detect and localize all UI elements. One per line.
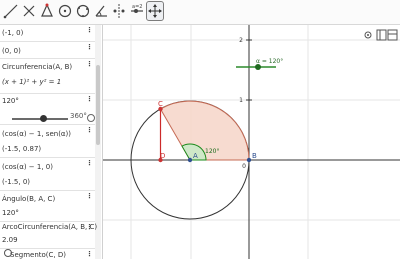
graphics-style-bar-icon[interactable] [376,26,398,41]
arc-definition: ArcoCircunferencia(A, B, C) [2,223,98,231]
reflect-tool[interactable] [111,2,127,20]
point-b-label: B [252,152,257,160]
algebra-row-point-c[interactable]: (cos(α) − 1, sen(α)) (-1.5, 0.87) ⋮ [0,125,95,158]
algebra-row-segment[interactable]: Segmento(C, D) ⋮ [0,249,95,259]
algebra-row-point-a[interactable]: (-1, 0) ⋮ [0,25,95,42]
angle-label: 120° [205,148,219,155]
algebra-row-point-b[interactable]: (0, 0) ⋮ [0,42,95,59]
point-c-value: (-1.5, 0.87) [2,145,42,153]
graphics-slider-label: α = 120° [256,58,283,65]
circle-tool[interactable] [57,2,73,20]
row-menu-icon[interactable]: ⋮ [86,26,93,34]
slider-alpha-value: 120° [2,97,19,105]
algebra-view: (-1, 0) ⋮ (0, 0) ⋮ Circunferencia(A, B) … [0,25,103,259]
circle-definition: Circunferencia(A, B) [2,63,73,71]
toolbar: a=2 [0,0,400,25]
graphics-canvas[interactable]: 2 1 0 120° A B C D α = 120° [103,25,400,259]
point-b-value: (0, 0) [2,47,21,55]
grid [103,25,400,259]
slider-play-icon[interactable] [87,114,95,122]
polygon-tool[interactable] [39,2,55,20]
row-menu-icon[interactable]: ⋮ [86,95,93,103]
angle-definition: Ángulo(B, A, C) [2,195,56,203]
point-b[interactable] [246,157,252,163]
angle-tool[interactable] [93,2,109,20]
point-a-label: A [193,152,198,160]
point-a-value: (-1, 0) [2,29,24,37]
row-menu-icon[interactable]: ⋮ [86,223,93,231]
algebra-input-icon[interactable] [4,249,12,257]
segment-definition: Segmento(C, D) [10,251,66,259]
graphics-view[interactable]: 2 1 0 120° A B C D α = 120° [103,25,400,259]
graphics-settings-icon[interactable] [362,26,374,39]
arc-value: 2.09 [2,236,18,244]
point-c-label: C [158,100,163,108]
circle-3pts-tool[interactable] [75,2,91,20]
move-view-tool[interactable] [146,1,164,21]
algebra-scrollbar-thumb[interactable] [96,65,100,145]
point-d-definition: (cos(α) − 1, 0) [2,163,53,171]
move-graphic-tool[interactable] [3,2,19,20]
alpha-slider-handle[interactable] [40,115,47,122]
slider-tool[interactable]: a=2 [129,2,145,20]
y-tick-label-1: 1 [239,97,243,104]
svg-text:a=2: a=2 [132,4,142,10]
algebra-row-slider-alpha[interactable]: 120° 360° ⋮ [0,94,95,125]
algebra-row-point-d[interactable]: (cos(α) − 1, 0) (-1.5, 0) ⋮ [0,158,95,191]
algebra-row-circle[interactable]: Circunferencia(A, B) (x + 1)² + y² = 1 ⋮ [0,59,95,94]
perpendicular-tool[interactable] [21,2,37,20]
row-menu-icon[interactable]: ⋮ [86,250,93,258]
point-a[interactable] [187,157,193,163]
slider-max-label: 360° [70,112,87,120]
row-menu-icon[interactable]: ⋮ [86,192,93,200]
row-menu-icon[interactable]: ⋮ [86,43,93,51]
point-d-value: (-1.5, 0) [2,178,31,186]
y-tick-label-2: 2 [239,37,243,44]
circle-equation: (x + 1)² + y² = 1 [2,78,62,86]
row-menu-icon[interactable]: ⋮ [86,159,93,167]
point-d-label: D [160,152,165,160]
algebra-row-angle[interactable]: Ángulo(B, A, C) 120° ⋮ [0,191,95,222]
origin-label: 0 [242,163,246,170]
row-menu-icon[interactable]: ⋮ [86,60,93,68]
angle-value: 120° [2,209,19,217]
point-c-definition: (cos(α) − 1, sen(α)) [2,130,72,138]
row-menu-icon[interactable]: ⋮ [86,126,93,134]
algebra-row-arc[interactable]: ArcoCircunferencia(A, B, C) 2.09 ⋮ [0,222,98,249]
